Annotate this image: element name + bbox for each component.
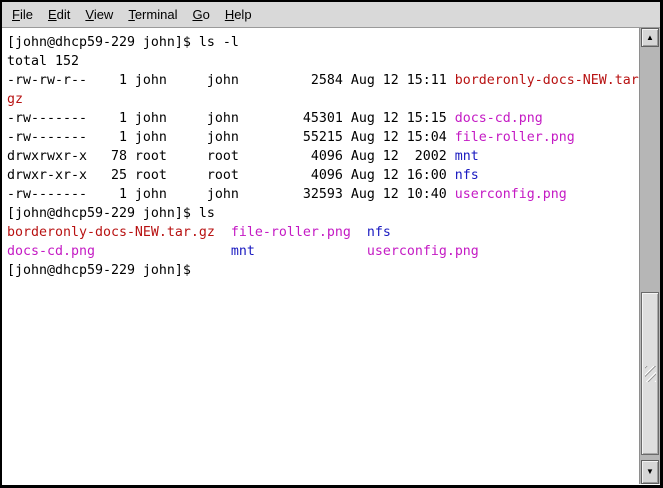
terminal-line: borderonly-docs-NEW.tar.gz file-roller.p… (7, 223, 639, 242)
thumb-grip-icon (645, 366, 656, 382)
terminal-text (351, 225, 367, 240)
menu-edit-label: dit (57, 7, 71, 22)
menu-help[interactable]: Help (224, 4, 253, 25)
menu-help-mnemonic: H (225, 7, 234, 22)
window-body: [john@dhcp59-229 john]$ ls -l total 152 -r… (2, 28, 660, 484)
terminal-line: drwxr-xr-x 25 root root 4096 Aug 12 16:0… (7, 166, 639, 185)
menu-view[interactable]: View (84, 4, 114, 25)
menu-terminal-label: erminal (135, 7, 178, 22)
scrollbar[interactable]: ▲ ▼ (639, 28, 660, 484)
terminal-line: [john@dhcp59-229 john]$ ls (7, 204, 639, 223)
terminal-line: drwxrwxr-x 78 root root 4096 Aug 12 2002… (7, 147, 639, 166)
filename: userconfig.png (455, 187, 567, 202)
menu-go[interactable]: Go (191, 4, 210, 25)
menu-go-mnemonic: G (192, 7, 202, 22)
filename: borderonly-docs-NEW.tar.gz (7, 225, 215, 240)
menu-file-mnemonic: F (12, 7, 20, 22)
filename: file-roller.png (231, 225, 351, 240)
directory-name: nfs (367, 225, 391, 240)
terminal-line: gz (7, 90, 639, 109)
filename: docs-cd.png (7, 244, 95, 259)
menu-file[interactable]: File (11, 4, 34, 25)
file-attributes: drwxrwxr-x 78 root root 4096 Aug 12 2002 (7, 149, 455, 164)
directory-name: mnt (231, 244, 255, 259)
filename: borderonly-docs-NEW.tar. (455, 73, 639, 88)
menu-view-mnemonic: V (85, 7, 93, 22)
file-attributes: -rw------- 1 john john 32593 Aug 12 10:4… (7, 187, 455, 202)
terminal-line: [john@dhcp59-229 john]$ (7, 261, 639, 280)
menu-edit[interactable]: Edit (47, 4, 71, 25)
terminal-text (95, 244, 231, 259)
scroll-down-button[interactable]: ▼ (641, 460, 659, 484)
terminal-line: -rw------- 1 john john 55215 Aug 12 15:0… (7, 128, 639, 147)
scrollbar-thumb[interactable] (641, 292, 659, 455)
prompt: [john@dhcp59-229 john]$ (7, 263, 191, 278)
menu-bar: File Edit View Terminal Go Help (2, 2, 660, 28)
menu-view-label: iew (94, 7, 114, 22)
file-attributes: -rw-rw-r-- 1 john john 2584 Aug 12 15:11 (7, 73, 455, 88)
file-attributes: -rw------- 1 john john 45301 Aug 12 15:1… (7, 111, 455, 126)
terminal-output[interactable]: [john@dhcp59-229 john]$ ls -l total 152 -r… (2, 28, 639, 484)
terminal-line: -rw------- 1 john john 32593 Aug 12 10:4… (7, 185, 639, 204)
terminal-line: -rw-rw-r-- 1 john john 2584 Aug 12 15:11… (7, 71, 639, 90)
terminal-window: File Edit View Terminal Go Help [john@dh… (0, 0, 663, 488)
menu-go-label: o (203, 7, 210, 22)
filename: file-roller.png (455, 130, 575, 145)
up-arrow-icon: ▲ (646, 34, 654, 42)
menu-file-label: ile (20, 7, 33, 22)
terminal-text (215, 225, 231, 240)
filename: gz (7, 92, 23, 107)
terminal-line: [john@dhcp59-229 john]$ ls -l (7, 33, 639, 52)
scroll-up-button[interactable]: ▲ (641, 28, 659, 47)
down-arrow-icon: ▼ (646, 468, 654, 476)
menu-help-label: elp (234, 7, 251, 22)
terminal-line: docs-cd.png mnt userconfig.png (7, 242, 639, 261)
prompt-command: [john@dhcp59-229 john]$ ls (7, 206, 215, 221)
directory-name: nfs (455, 168, 479, 183)
file-attributes: drwxr-xr-x 25 root root 4096 Aug 12 16:0… (7, 168, 455, 183)
menu-edit-mnemonic: E (48, 7, 57, 22)
directory-name: mnt (455, 149, 479, 164)
terminal-line: -rw------- 1 john john 45301 Aug 12 15:1… (7, 109, 639, 128)
menu-terminal[interactable]: Terminal (127, 4, 178, 25)
terminal-line: total 152 (7, 52, 639, 71)
terminal-text (255, 244, 367, 259)
filename: docs-cd.png (455, 111, 543, 126)
file-attributes: -rw------- 1 john john 55215 Aug 12 15:0… (7, 130, 455, 145)
terminal-text: total 152 (7, 54, 79, 69)
filename: userconfig.png (367, 244, 479, 259)
prompt-command: [john@dhcp59-229 john]$ ls -l (7, 35, 239, 50)
